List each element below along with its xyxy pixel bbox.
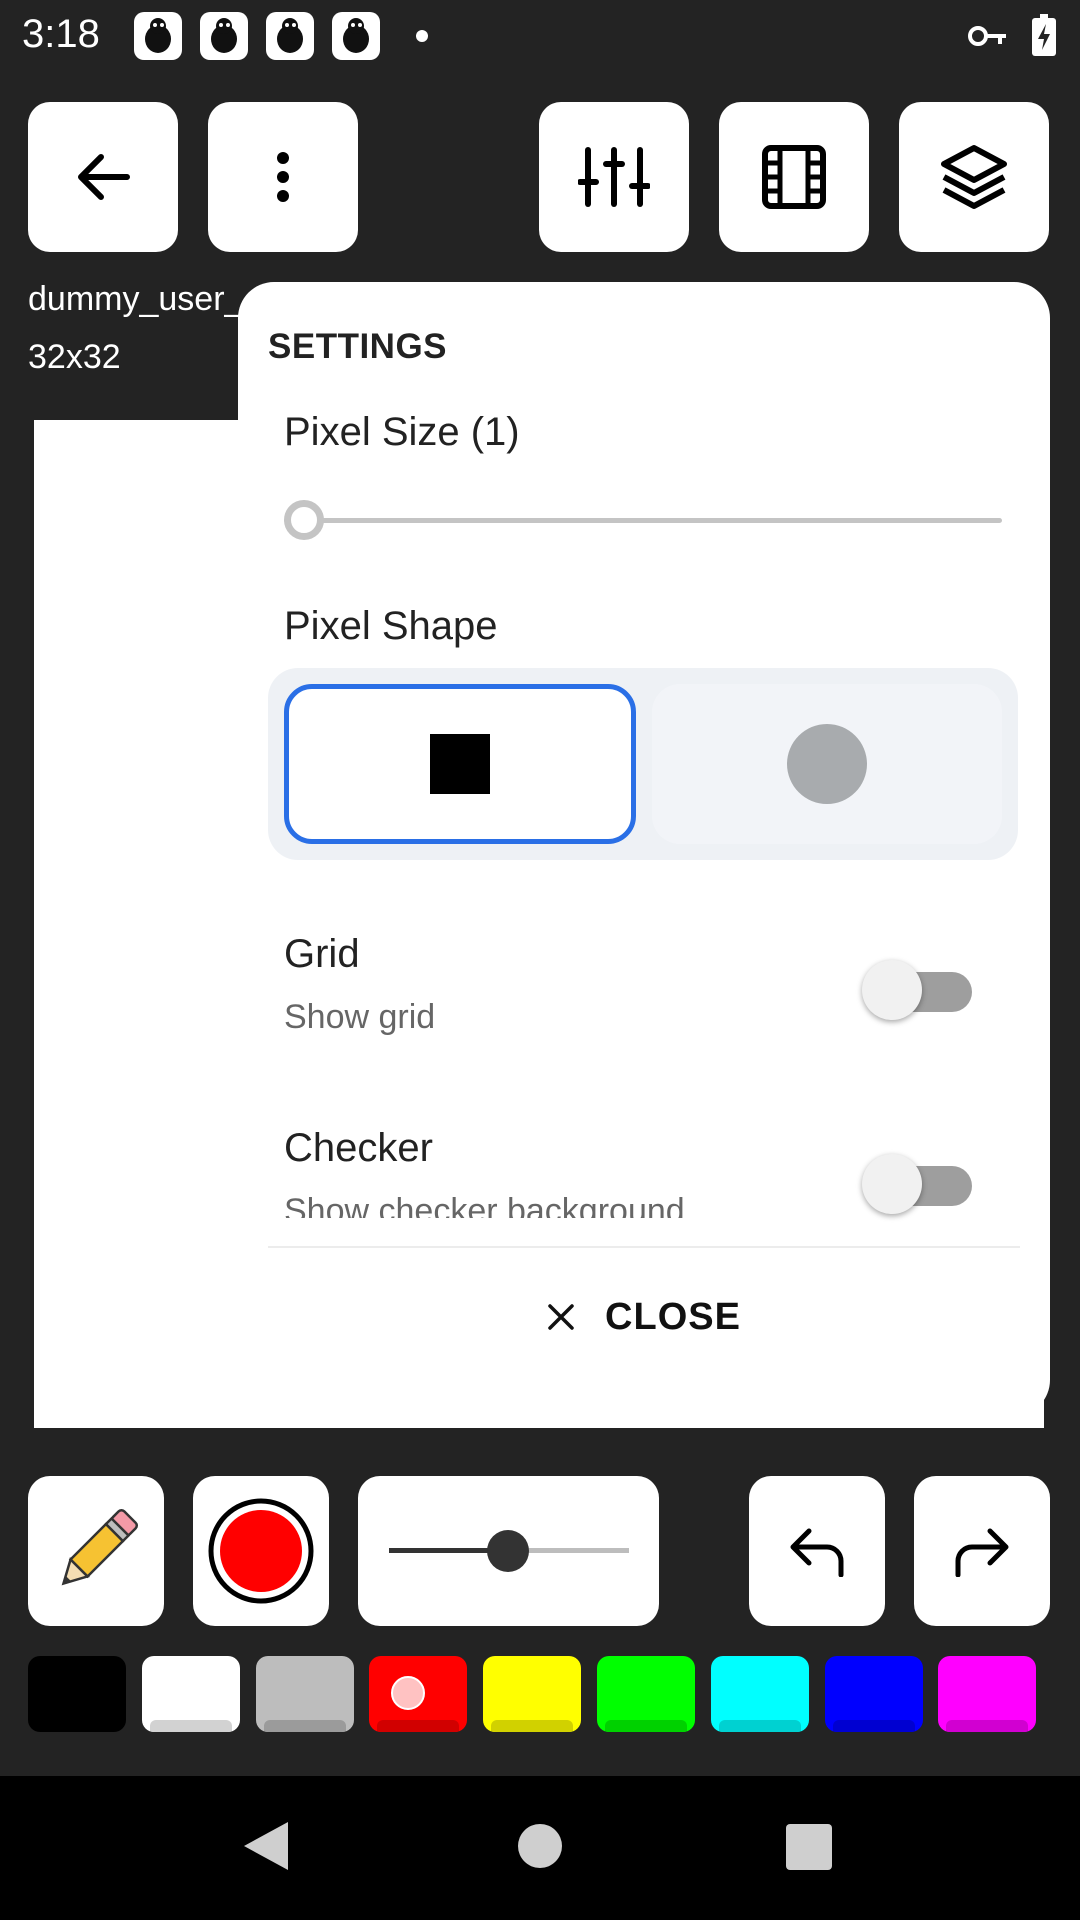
pencil-tool-button[interactable] (28, 1476, 164, 1626)
palette-swatch[interactable] (825, 1656, 923, 1732)
brush-size-thumb[interactable] (486, 1530, 529, 1572)
redo-icon (955, 1528, 1009, 1577)
redo-button[interactable] (914, 1476, 1050, 1626)
more-notifications-dot (416, 30, 428, 42)
current-color-button[interactable] (193, 1476, 329, 1626)
film-frames-icon (762, 145, 826, 209)
close-icon (548, 1304, 574, 1330)
layers-button[interactable] (899, 102, 1049, 252)
pixel-shape-selector (268, 668, 1018, 860)
circle-icon (787, 724, 867, 804)
checker-toggle-thumb (862, 1154, 922, 1214)
status-time: 3:18 (22, 12, 100, 56)
nav-home-icon[interactable] (518, 1824, 562, 1868)
more-vert-icon (277, 152, 289, 202)
grid-toggle-thumb (862, 960, 922, 1020)
bug-icon (200, 12, 248, 60)
current-color-indicator (208, 1498, 314, 1604)
pixel-size-slider-thumb[interactable] (284, 500, 324, 540)
nav-recents-icon[interactable] (786, 1824, 832, 1870)
status-bar: 3:18 (0, 0, 1080, 72)
undo-button[interactable] (749, 1476, 885, 1626)
swatch-shade (833, 1720, 915, 1732)
swatch-shade (264, 1720, 346, 1732)
bug-icon (134, 12, 182, 60)
back-arrow-icon (78, 154, 130, 200)
checker-subtitle: Show checker background (284, 1192, 685, 1218)
navigation-bar (0, 1776, 1080, 1920)
pencil-icon (61, 1508, 139, 1586)
bug-icon (332, 12, 380, 60)
palette-swatch[interactable] (711, 1656, 809, 1732)
grid-subtitle: Show grid (284, 998, 436, 1036)
palette-swatch[interactable] (256, 1656, 354, 1732)
palette-swatch[interactable] (597, 1656, 695, 1732)
bug-icon (266, 12, 314, 60)
pixel-size-slider[interactable] (284, 500, 1002, 540)
swatch-shade (377, 1720, 459, 1732)
pixel-shape-label: Pixel Shape (284, 604, 498, 648)
swatch-shade (719, 1720, 801, 1732)
layers-icon (941, 145, 1007, 209)
grid-toggle[interactable] (862, 958, 972, 1020)
undo-icon (790, 1528, 844, 1577)
palette-swatch[interactable] (938, 1656, 1036, 1732)
pixel-size-slider-track (284, 518, 1002, 523)
canvas-size: 32x32 (28, 338, 121, 376)
palette-swatch[interactable] (28, 1656, 126, 1732)
settings-button[interactable] (539, 102, 689, 252)
tune-sliders-icon (578, 147, 650, 207)
pixel-shape-square-option[interactable] (284, 684, 636, 844)
file-name: dummy_user_ (28, 280, 244, 318)
pixel-shape-circle-option[interactable] (652, 684, 1002, 844)
swatch-shade (150, 1720, 232, 1732)
swatch-shade (946, 1720, 1028, 1732)
panel-divider (268, 1246, 1020, 1248)
palette-swatch[interactable] (483, 1656, 581, 1732)
palette-swatch[interactable] (142, 1656, 240, 1732)
checker-toggle[interactable] (862, 1152, 972, 1214)
settings-panel: SETTINGS Pixel Size (1) Pixel Shape Grid… (238, 282, 1050, 1416)
back-button[interactable] (28, 102, 178, 252)
grid-title: Grid (284, 932, 360, 976)
frames-button[interactable] (719, 102, 869, 252)
brush-size-control[interactable] (358, 1476, 659, 1626)
battery-charging-icon (1032, 14, 1056, 61)
close-label: CLOSE (605, 1295, 741, 1338)
nav-back-icon[interactable] (242, 1820, 290, 1877)
more-options-button[interactable] (208, 102, 358, 252)
settings-title: SETTINGS (268, 327, 448, 366)
swatch-shade (605, 1720, 687, 1732)
close-button[interactable]: CLOSE (238, 1262, 1050, 1372)
pixel-size-label: Pixel Size (1) (284, 410, 520, 454)
selected-swatch-indicator (391, 1676, 425, 1710)
vpn-key-icon (968, 22, 1008, 55)
palette-swatch[interactable] (369, 1656, 467, 1732)
square-icon (430, 734, 490, 794)
swatch-shade (491, 1720, 573, 1732)
